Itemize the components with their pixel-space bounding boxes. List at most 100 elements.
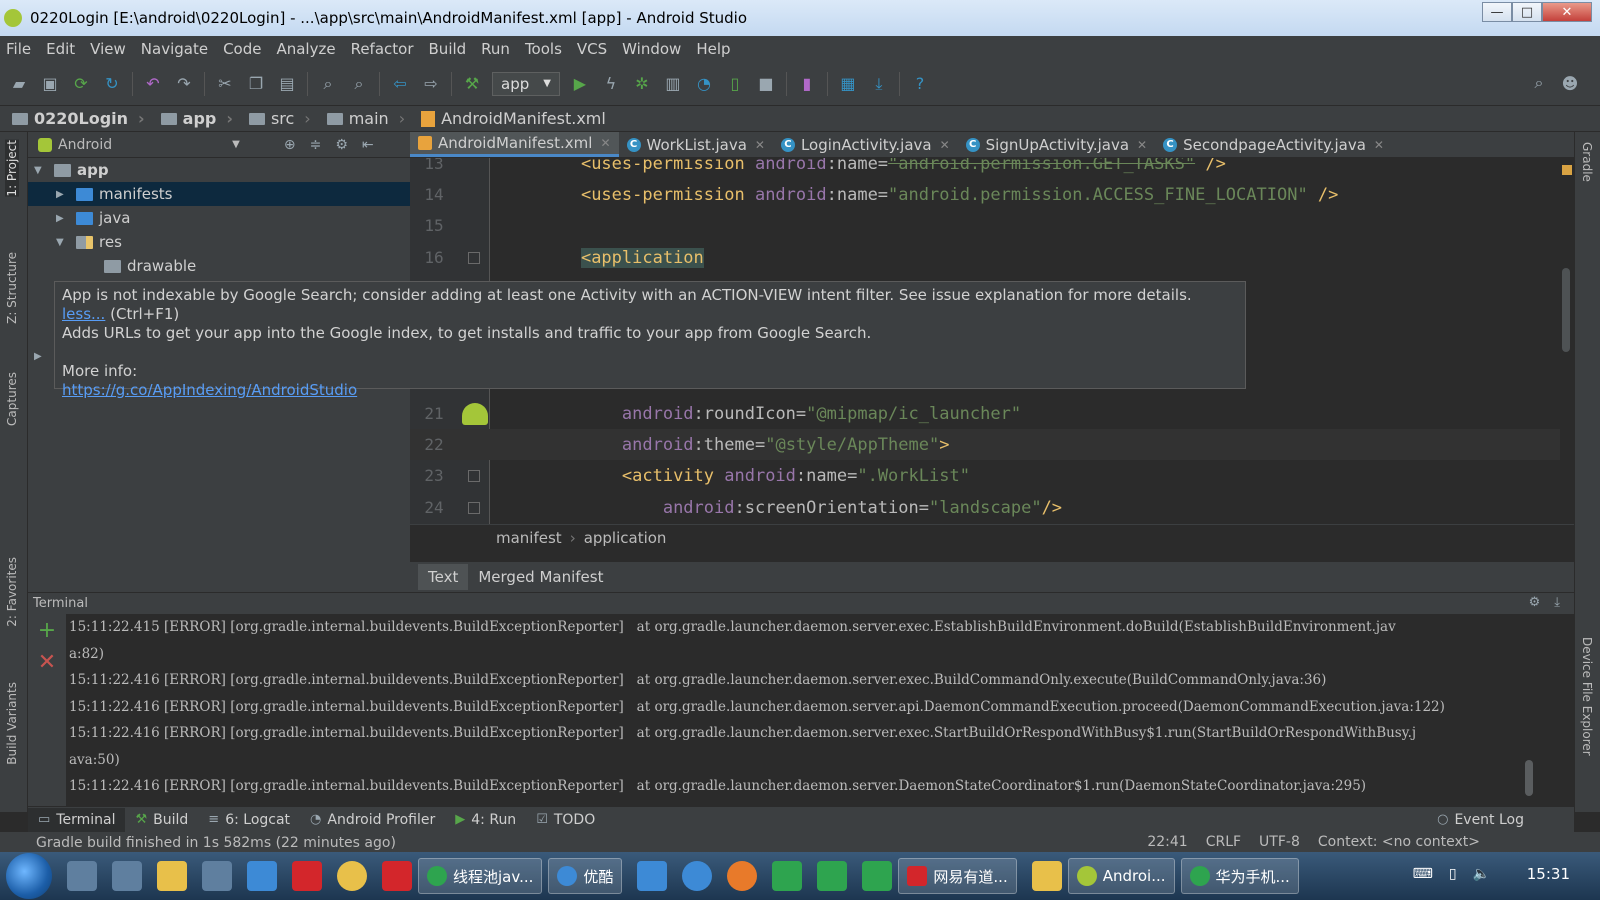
structure-tool-button[interactable]: Z: Structure bbox=[5, 252, 19, 324]
taskbar-pinned-icon[interactable] bbox=[1031, 861, 1062, 891]
taskbar-pinned-icon[interactable] bbox=[862, 861, 893, 891]
task-huawei[interactable]: 华为手机... bbox=[1180, 858, 1299, 894]
xml-breadcrumb-manifest[interactable]: manifest bbox=[496, 529, 562, 547]
copy-icon[interactable]: ❐ bbox=[245, 73, 267, 95]
task-youku[interactable]: 优酷 bbox=[548, 858, 623, 894]
back-icon[interactable]: ⇦ bbox=[389, 73, 411, 95]
fold-marker-icon[interactable] bbox=[468, 501, 480, 514]
find-icon[interactable]: ⌕ bbox=[317, 73, 339, 95]
keyboard-icon[interactable]: ⌨ bbox=[1413, 866, 1433, 882]
run-configuration-select[interactable]: app ▼ bbox=[492, 71, 560, 96]
make-project-icon[interactable]: ⚒ bbox=[461, 73, 483, 95]
todo-tool-button[interactable]: ☑ TODO bbox=[526, 808, 605, 832]
taskbar-clock[interactable]: 15:31 bbox=[1527, 865, 1570, 883]
tab-worklist[interactable]: C WorkList.java ✕ bbox=[619, 132, 773, 157]
terminal-output[interactable]: 15:11:22.415 [ERROR] [org.gradle.interna… bbox=[66, 614, 1520, 806]
menu-build[interactable]: Build bbox=[429, 40, 467, 58]
forward-icon[interactable]: ⇨ bbox=[420, 73, 442, 95]
taskbar-pinned-icon[interactable] bbox=[637, 861, 668, 891]
task-android-studio[interactable]: Androi... bbox=[1067, 858, 1175, 894]
device-file-explorer-tool-button[interactable]: Device File Explorer bbox=[1580, 637, 1594, 756]
taskbar-pinned-icon[interactable] bbox=[382, 861, 412, 891]
tab-merged-manifest[interactable]: Merged Manifest bbox=[468, 564, 613, 590]
menu-code[interactable]: Code bbox=[223, 40, 261, 58]
close-icon[interactable]: ✕ bbox=[600, 136, 610, 150]
tab-text[interactable]: Text bbox=[418, 564, 469, 590]
terminal-tool-button[interactable]: ▭ Terminal bbox=[28, 807, 126, 832]
taskbar-pinned-icon[interactable] bbox=[112, 861, 142, 891]
expand-arrow-icon[interactable]: ▶ bbox=[56, 213, 68, 224]
taskbar-pinned-icon[interactable] bbox=[247, 861, 277, 891]
project-view-selector[interactable]: Android ▼ ⊕ ≑ ⚙ ⇤ bbox=[28, 132, 410, 158]
file-encoding[interactable]: UTF-8 bbox=[1259, 834, 1300, 850]
collapsed-arrow-icon[interactable]: ▶ bbox=[34, 351, 42, 362]
close-icon[interactable]: ✕ bbox=[1137, 138, 1147, 152]
taskbar-pinned-icon[interactable] bbox=[292, 861, 322, 891]
minimize-button[interactable]: — bbox=[1482, 2, 1512, 22]
close-session-icon[interactable]: ✕ bbox=[28, 646, 66, 678]
tree-node-manifests[interactable]: ▶ manifests bbox=[28, 182, 410, 206]
scroll-from-source-icon[interactable]: ⊕ bbox=[284, 137, 296, 153]
close-window-button[interactable]: ✕ bbox=[1542, 2, 1592, 22]
build-tool-button[interactable]: ⚒ Build bbox=[125, 808, 198, 832]
save-all-icon[interactable]: ▣ bbox=[39, 73, 61, 95]
sdk-manager-icon[interactable]: ⤓ bbox=[868, 73, 890, 95]
taskbar-pinned-icon[interactable] bbox=[202, 861, 232, 891]
breadcrumb-file[interactable]: AndroidManifest.xml bbox=[421, 109, 606, 128]
profiler-tool-button[interactable]: ◔ Android Profiler bbox=[300, 808, 445, 832]
warning-marker-icon[interactable] bbox=[1562, 165, 1572, 175]
fold-marker-icon[interactable] bbox=[468, 469, 480, 482]
terminal-scrollbar[interactable] bbox=[1524, 614, 1534, 806]
gear-icon[interactable]: ⚙ bbox=[1529, 595, 1541, 610]
project-structure-icon[interactable]: ▦ bbox=[837, 73, 859, 95]
undo-icon[interactable]: ↶ bbox=[142, 73, 164, 95]
hide-panel-icon[interactable]: ⤓ bbox=[1554, 595, 1560, 610]
paste-icon[interactable]: ▤ bbox=[276, 73, 298, 95]
breadcrumb-project[interactable]: 0220Login › bbox=[12, 109, 145, 128]
menu-window[interactable]: Window bbox=[622, 40, 681, 58]
menu-vcs[interactable]: VCS bbox=[577, 40, 607, 58]
menu-file[interactable]: File bbox=[6, 40, 31, 58]
profile-icon[interactable]: ◔ bbox=[693, 73, 715, 95]
logcat-tool-button[interactable]: ≡ 6: Logcat bbox=[198, 808, 300, 832]
taskbar-pinned-icon[interactable] bbox=[682, 861, 713, 891]
close-icon[interactable]: ✕ bbox=[755, 138, 765, 152]
apply-changes-icon[interactable]: ϟ bbox=[600, 73, 622, 95]
avd-manager-icon[interactable]: ▮ bbox=[796, 73, 818, 95]
chrome-icon[interactable] bbox=[337, 861, 367, 891]
tree-node-java[interactable]: ▶ java bbox=[28, 206, 410, 230]
volume-icon[interactable]: 🔈 bbox=[1473, 866, 1490, 882]
caret-position[interactable]: 22:41 bbox=[1147, 834, 1187, 850]
tree-node-app[interactable]: ▼ app bbox=[28, 158, 410, 182]
android-icon[interactable] bbox=[462, 402, 488, 425]
task-youdao[interactable]: 网易有道... bbox=[898, 858, 1017, 894]
fold-marker-icon[interactable] bbox=[468, 251, 480, 264]
task-thread-pool[interactable]: 线程池jav... bbox=[418, 858, 543, 894]
close-icon[interactable]: ✕ bbox=[940, 138, 950, 152]
expand-arrow-icon[interactable]: ▼ bbox=[34, 165, 46, 176]
scrollbar-thumb[interactable] bbox=[1525, 760, 1533, 796]
expand-arrow-icon[interactable]: ▶ bbox=[56, 189, 68, 200]
context-indicator[interactable]: Context: <no context> bbox=[1318, 834, 1480, 850]
stop-icon[interactable]: ■ bbox=[755, 73, 777, 95]
taskbar-pinned-icon[interactable] bbox=[67, 861, 97, 891]
menu-refactor[interactable]: Refactor bbox=[351, 40, 414, 58]
firefox-icon[interactable] bbox=[727, 861, 758, 891]
xml-breadcrumb-application[interactable]: application bbox=[584, 529, 667, 547]
redo-icon[interactable]: ↷ bbox=[173, 73, 195, 95]
line-separator[interactable]: CRLF bbox=[1206, 834, 1241, 850]
start-button[interactable] bbox=[6, 853, 52, 899]
breadcrumb-main[interactable]: main › bbox=[326, 109, 405, 128]
cut-icon[interactable]: ✂ bbox=[214, 73, 236, 95]
project-tool-button[interactable]: 1: Project bbox=[5, 140, 19, 197]
menu-navigate[interactable]: Navigate bbox=[141, 40, 208, 58]
menu-tools[interactable]: Tools bbox=[525, 40, 562, 58]
tree-node-drawable[interactable]: drawable bbox=[28, 254, 410, 278]
breadcrumb-src[interactable]: src › bbox=[248, 109, 311, 128]
breadcrumb-module[interactable]: app › bbox=[160, 109, 233, 128]
maximize-button[interactable]: □ bbox=[1512, 2, 1542, 22]
search-everywhere-icon[interactable]: ⌕ bbox=[1528, 72, 1550, 94]
tab-signupactivity[interactable]: C SignUpActivity.java ✕ bbox=[958, 132, 1155, 157]
open-folder-icon[interactable]: ▰ bbox=[8, 73, 30, 95]
help-icon[interactable]: ? bbox=[909, 73, 931, 95]
